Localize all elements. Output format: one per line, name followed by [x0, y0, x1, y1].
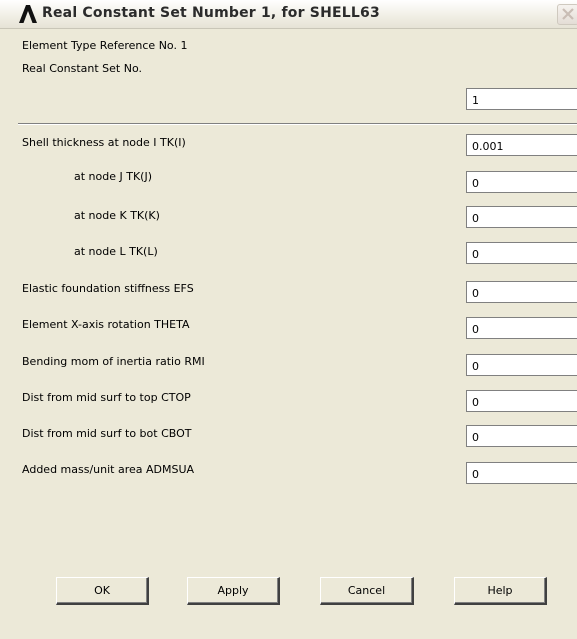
admsua-input[interactable]: 0	[466, 462, 577, 484]
tk-k-label: at node K TK(K)	[74, 209, 160, 222]
tk-i-input[interactable]: 0.001	[466, 134, 577, 156]
ctop-input[interactable]: 0	[466, 390, 577, 412]
rmi-input[interactable]: 0	[466, 354, 577, 376]
ok-button[interactable]: OK	[56, 577, 149, 605]
element-type-ref-label: Element Type Reference No. 1	[22, 39, 188, 52]
ctop-label: Dist from mid surf to top CTOP	[22, 391, 191, 404]
title-bar[interactable]: Real Constant Set Number 1, for SHELL63	[0, 0, 577, 29]
cancel-button[interactable]: Cancel	[320, 577, 414, 605]
tk-j-label: at node J TK(J)	[74, 170, 152, 183]
admsua-label: Added mass/unit area ADMSUA	[22, 463, 195, 476]
real-constant-set-label: Real Constant Set No.	[22, 62, 142, 75]
efs-label: Elastic foundation stiffness EFS	[22, 282, 194, 295]
close-icon	[562, 8, 574, 20]
real-constant-set-input[interactable]: 1	[466, 88, 577, 110]
separator	[18, 123, 577, 125]
dialog-title: Real Constant Set Number 1, for SHELL63	[42, 5, 380, 21]
close-button[interactable]	[557, 4, 577, 25]
theta-input[interactable]: 0	[466, 317, 577, 339]
tk-l-label: at node L TK(L)	[74, 245, 158, 258]
tk-l-input[interactable]: 0	[466, 242, 577, 264]
real-constants-dialog: Real Constant Set Number 1, for SHELL63 …	[0, 0, 577, 639]
ansys-logo-icon	[18, 4, 38, 24]
apply-button[interactable]: Apply	[187, 577, 280, 605]
tk-k-input[interactable]: 0	[466, 206, 577, 228]
cbot-input[interactable]: 0	[466, 425, 577, 447]
cbot-label: Dist from mid surf to bot CBOT	[22, 427, 192, 440]
efs-input[interactable]: 0	[466, 281, 577, 303]
theta-label: Element X-axis rotation THETA	[22, 318, 190, 331]
tk-i-label: Shell thickness at node I TK(I)	[22, 136, 186, 149]
help-button[interactable]: Help	[454, 577, 547, 605]
rmi-label: Bending mom of inertia ratio RMI	[22, 355, 205, 368]
tk-j-input[interactable]: 0	[466, 171, 577, 193]
